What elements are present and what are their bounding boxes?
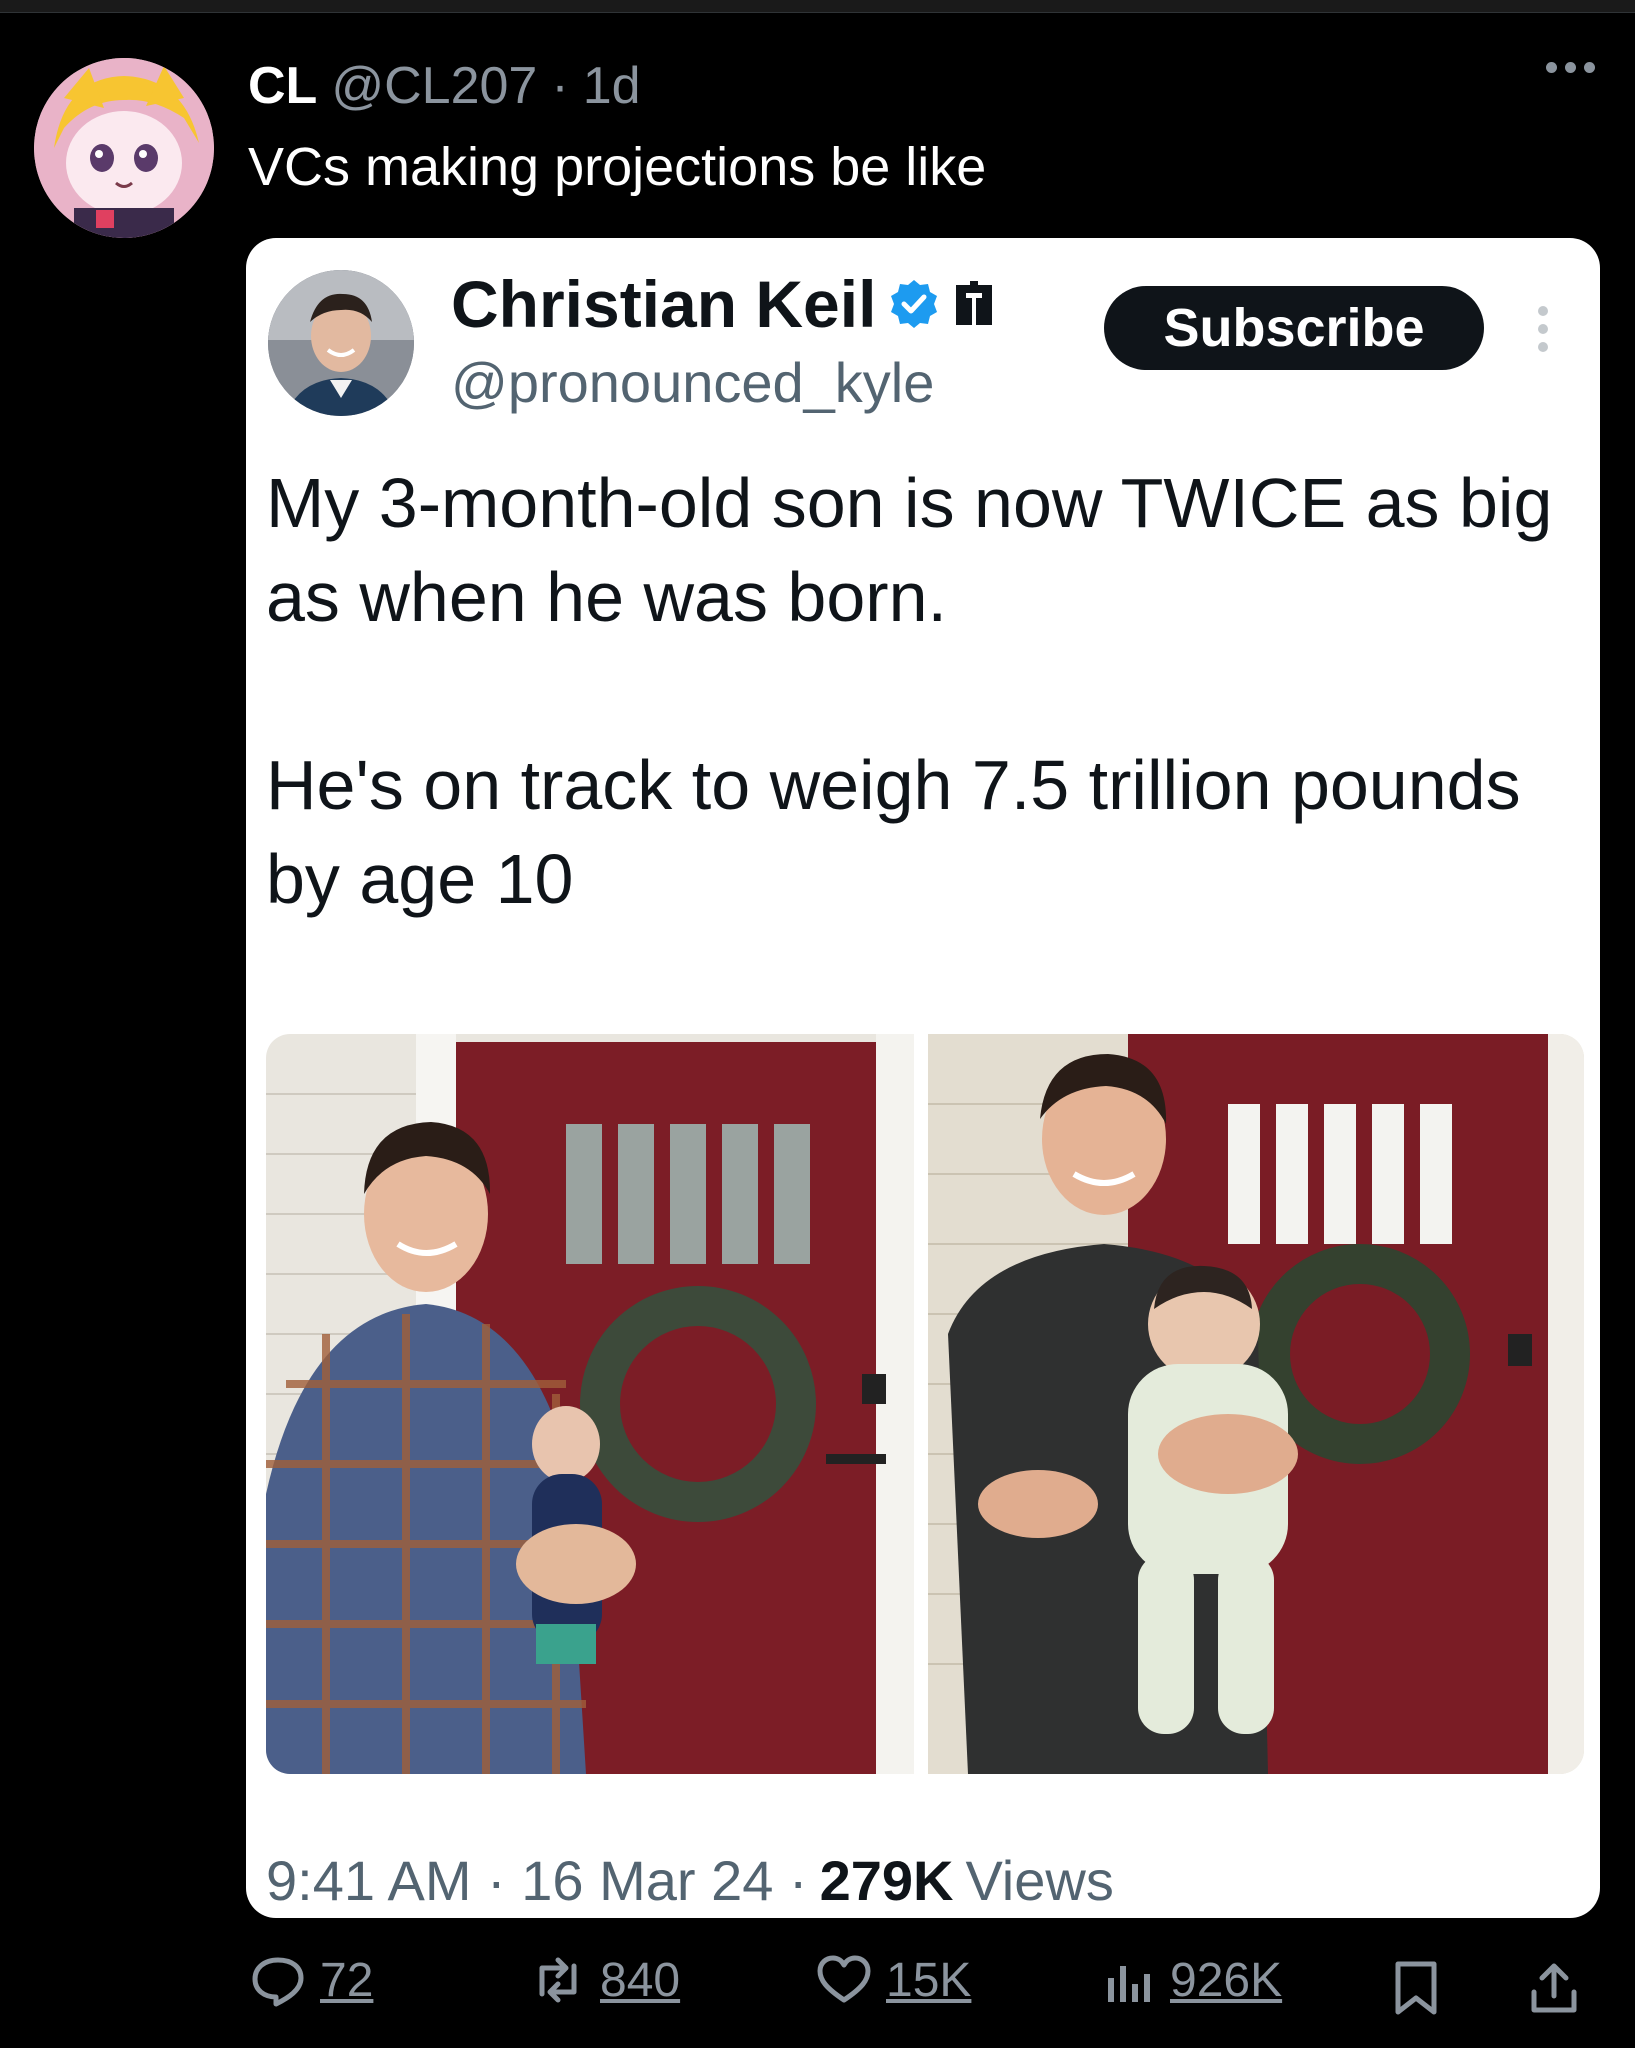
bookmark-icon[interactable] — [1388, 1960, 1444, 2016]
author-handle[interactable]: @CL207 — [331, 56, 537, 116]
quoted-views-label: Views — [965, 1849, 1114, 1912]
repost-icon — [539, 1957, 577, 2003]
avatar-illustration — [34, 58, 214, 238]
separator: · — [551, 57, 569, 115]
views-button[interactable]: 926K — [1100, 1952, 1282, 2008]
action-bar: 72 840 15K 926K — [250, 1952, 1590, 2024]
like-button[interactable]: 15K — [816, 1952, 971, 2008]
post-time[interactable]: 1d — [583, 56, 641, 116]
like-icon — [817, 1955, 871, 2003]
quoted-post-card[interactable]: Christian Keil @pronounced_kyle Subscrib… — [246, 238, 1600, 1918]
quoted-meta: 9:41 AM · 16 Mar 24 · 279K Views — [266, 1848, 1114, 1913]
photo-grid — [266, 1034, 1584, 1774]
quoted-avatar[interactable] — [268, 270, 414, 416]
quoted-author-row: Christian Keil — [451, 266, 996, 342]
quoted-paragraph: He's on track to weigh 7.5 trillion poun… — [266, 746, 1521, 918]
more-dot — [1584, 62, 1595, 73]
repost-count: 840 — [600, 1953, 681, 2007]
more-dot — [1565, 62, 1576, 73]
quoted-views-count: 279K — [819, 1849, 954, 1912]
quoted-timestamp[interactable]: 9:41 AM · 16 Mar 24 · — [266, 1848, 808, 1913]
like-count: 15K — [886, 1953, 972, 2007]
more-options-icon[interactable] — [1546, 62, 1595, 73]
author-name[interactable]: CL — [248, 56, 317, 116]
quoted-paragraph: My 3-month-old son is now TWICE as big a… — [266, 464, 1553, 636]
reply-count: 72 — [320, 1953, 374, 2007]
quoted-post-text: My 3-month-old son is now TWICE as big a… — [266, 456, 1586, 926]
photo-newborn[interactable] — [266, 1034, 914, 1774]
quoted-author-handle[interactable]: @pronounced_kyle — [451, 350, 934, 415]
verified-badge-icon — [891, 280, 938, 328]
share-icon[interactable] — [1526, 1960, 1582, 2016]
quoted-more-options-icon[interactable] — [1538, 306, 1548, 352]
views-icon — [1108, 1966, 1150, 2002]
reply-icon — [252, 1957, 304, 2007]
post-header: CL @CL207 · 1d — [248, 56, 641, 116]
subscribe-button[interactable]: Subscribe — [1104, 286, 1484, 370]
flag-icon — [956, 281, 993, 325]
more-dot — [1538, 306, 1548, 316]
avatar[interactable] — [34, 58, 214, 238]
more-dot — [1546, 62, 1557, 73]
quoted-author-name[interactable]: Christian Keil — [451, 266, 876, 342]
photo-three-months[interactable] — [928, 1034, 1584, 1774]
more-dot — [1538, 342, 1548, 352]
top-divider — [0, 0, 1635, 13]
quoted-avatar-photo — [268, 270, 414, 416]
repost-button[interactable]: 840 — [530, 1952, 680, 2008]
post-text: VCs making projections be like — [248, 137, 987, 197]
views-count: 926K — [1170, 1953, 1283, 2007]
reply-button[interactable]: 72 — [250, 1952, 373, 2008]
more-dot — [1538, 324, 1548, 334]
